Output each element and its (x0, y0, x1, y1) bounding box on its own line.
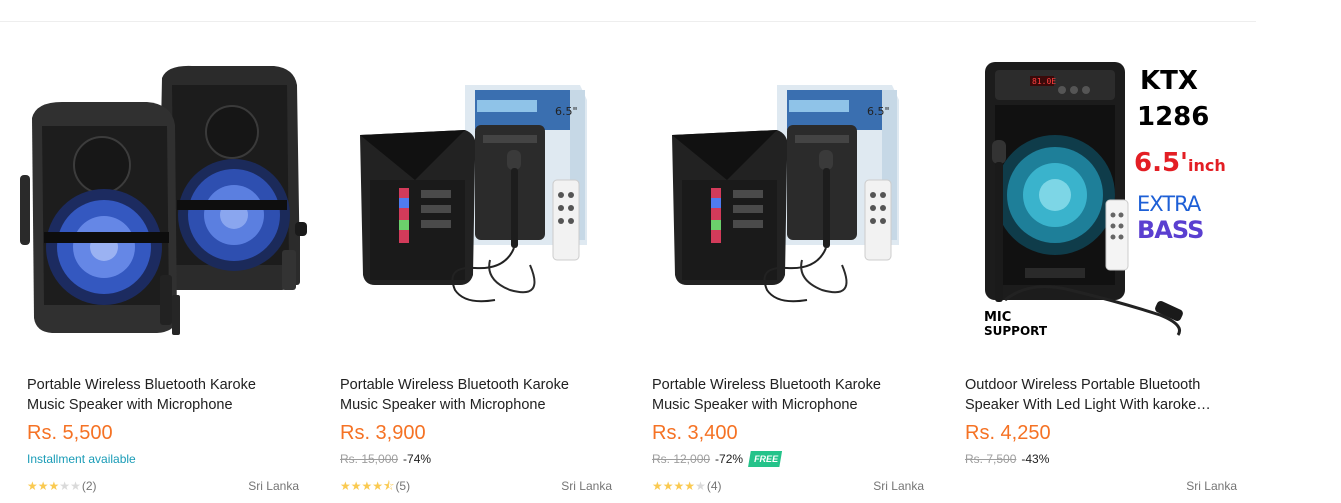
star-full-icon: ★ (372, 479, 384, 493)
product-image[interactable]: 6.5" (637, 40, 937, 340)
discount-label: -74% (403, 452, 432, 466)
speaker-with-box-image: 6.5" (325, 40, 625, 340)
review-count: (2) (81, 479, 97, 493)
rating-stars: ★ ★ ★ ★ ★ (4) (652, 478, 722, 494)
product-price: Rs. 3,400 (652, 422, 738, 444)
star-full-icon: ★ (361, 479, 373, 493)
product-subline: Rs. 7,500 -43% (965, 451, 1049, 467)
original-price: Rs. 15,000 (340, 452, 399, 466)
product-subline: Rs. 15,000 -74% (340, 451, 431, 467)
star-full-icon: ★ (684, 479, 696, 493)
product-meta: ★ ★ ★ ★ ★ (2) Sri Lanka (27, 478, 299, 494)
rating-stars: ★ ★ ★ ★ ★ (2) (27, 478, 97, 494)
product-card[interactable]: 81.0E KTX 1286 6.5'inch EXTRA BASS MIC S… (950, 40, 1250, 503)
star-full-icon: ★ (673, 479, 685, 493)
speaker-with-box-image: 6.5" (637, 40, 937, 340)
product-card[interactable]: Portable Wireless Bluetooth Karoke Music… (12, 40, 312, 503)
star-full-icon: ★ (652, 479, 663, 493)
star-full-icon: ★ (27, 479, 38, 493)
review-count: (4) (706, 479, 722, 493)
discount-label: -43% (1021, 452, 1050, 466)
product-title[interactable]: Portable Wireless Bluetooth Karoke Music… (27, 375, 297, 415)
product-image[interactable] (12, 40, 312, 340)
svg-text:6.5": 6.5" (867, 105, 890, 118)
location: Sri Lanka (1186, 479, 1237, 493)
discount-label: -72% (715, 452, 744, 466)
product-price: Rs. 5,500 (27, 422, 113, 444)
star-empty-icon: ★ (70, 479, 81, 493)
star-half-icon: ⯪ (383, 479, 395, 493)
product-image[interactable]: 81.0E (950, 40, 1250, 340)
product-title[interactable]: Portable Wireless Bluetooth Karoke Music… (652, 375, 922, 415)
star-empty-icon: ★ (59, 479, 71, 493)
product-meta: ★ ★ ★ ★ ⯪ (5) Sri Lanka (340, 478, 612, 494)
product-grid: Portable Wireless Bluetooth Karoke Music… (12, 40, 1262, 503)
rating-stars: ★ ★ ★ ★ ⯪ (5) (340, 478, 410, 494)
installment-label: Installment available (27, 452, 136, 466)
location: Sri Lanka (248, 479, 299, 493)
product-title[interactable]: Outdoor Wireless Portable Bluetooth Spea… (965, 375, 1235, 415)
original-price: Rs. 12,000 (652, 452, 711, 466)
product-image[interactable]: 6.5" (325, 40, 625, 340)
product-subline: Installment available (27, 451, 136, 467)
speaker-pair-image (12, 40, 312, 340)
top-divider (0, 21, 1256, 22)
ktx-speaker-image: 81.0E (950, 40, 1250, 340)
product-price: Rs. 4,250 (965, 422, 1051, 444)
free-shipping-badge: FREE (748, 451, 783, 467)
star-full-icon: ★ (350, 479, 362, 493)
svg-text:81.0E: 81.0E (1032, 77, 1056, 86)
product-subline: Rs. 12,000 -72% FREE (652, 451, 783, 467)
svg-text:6.5": 6.5" (555, 105, 578, 118)
star-full-icon: ★ (48, 479, 60, 493)
location: Sri Lanka (561, 479, 612, 493)
product-meta: ★ ★ ★ ★ ★ (4) Sri Lanka (652, 478, 924, 494)
product-title[interactable]: Portable Wireless Bluetooth Karoke Music… (340, 375, 610, 415)
product-price: Rs. 3,900 (340, 422, 426, 444)
star-full-icon: ★ (340, 479, 351, 493)
star-full-icon: ★ (37, 479, 49, 493)
product-meta: Sri Lanka (965, 478, 1237, 494)
star-empty-icon: ★ (695, 479, 706, 493)
product-card[interactable]: 6.5" Portable Wireless Bluetooth Karoke … (637, 40, 937, 503)
location: Sri Lanka (873, 479, 924, 493)
star-full-icon: ★ (662, 479, 674, 493)
review-count: (5) (395, 479, 411, 493)
original-price: Rs. 7,500 (965, 452, 1017, 466)
product-card[interactable]: 6.5" Portable Wireless Bluetooth Karoke … (325, 40, 625, 503)
